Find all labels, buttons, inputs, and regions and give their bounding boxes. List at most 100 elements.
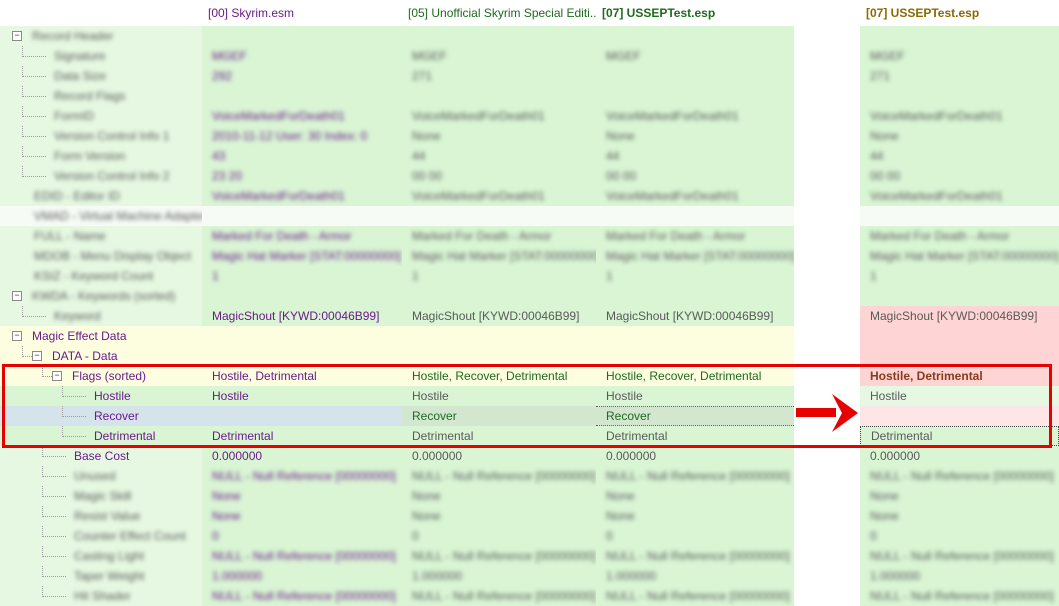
row-counter-effect-count[interactable]: Counter Effect Count 0 0 0 0 — [0, 526, 1059, 546]
value-cell[interactable]: Magic Hat Marker [STAT:00000000] — [860, 246, 1059, 266]
value-cell[interactable]: 292 — [202, 66, 402, 86]
value-cell[interactable]: Detrimental — [860, 426, 1059, 446]
value-cell[interactable]: 44 — [860, 146, 1059, 166]
row-resist-value[interactable]: Resist Value None None None None — [0, 506, 1059, 526]
value-cell[interactable]: 43 — [202, 146, 402, 166]
row-data-size[interactable]: Data Size 292 271 271 — [0, 66, 1059, 86]
value-cell[interactable]: 00 00 — [402, 166, 596, 186]
collapse-toggle-icon[interactable]: − — [32, 351, 42, 361]
value-cell[interactable]: Marked For Death - Armor — [202, 226, 402, 246]
value-cell[interactable]: MagicShout [KYWD:00046B99] — [202, 306, 402, 326]
value-cell[interactable]: NULL - Null Reference [00000000] — [860, 546, 1059, 566]
value-cell[interactable]: NULL - Null Reference [00000000] — [860, 586, 1059, 606]
value-cell[interactable]: VoiceMarkedForDeath01 — [596, 106, 794, 126]
value-cell[interactable]: NULL - Null Reference [00000000] — [596, 466, 794, 486]
value-cell[interactable]: Hostile, Recover, Detrimental — [596, 366, 794, 386]
row-mdob[interactable]: MDOB - Menu Display Object Magic Hat Mark… — [0, 246, 1059, 266]
row-hit-shader[interactable]: Hit Shader NULL - Null Reference [0000000… — [0, 586, 1059, 606]
value-cell[interactable]: NULL - Null Reference [00000000] — [202, 546, 402, 566]
value-cell[interactable]: MGEF — [860, 46, 1059, 66]
row-edid[interactable]: EDID - Editor ID VoiceMarkedForDeath01 Voi… — [0, 186, 1059, 206]
value-cell[interactable] — [402, 26, 596, 46]
row-form-version[interactable]: Form Version 43 44 44 44 — [0, 146, 1059, 166]
value-cell[interactable]: NULL - Null Reference [00000000] — [596, 586, 794, 606]
row-record-flags[interactable]: Record Flags — [0, 86, 1059, 106]
row-taper-weight[interactable]: Taper Weight 1.000000 1.000000 1.000000 1.00… — [0, 566, 1059, 586]
value-cell[interactable]: None — [202, 486, 402, 506]
row-magic-skill[interactable]: Magic Skill None None None None — [0, 486, 1059, 506]
value-cell[interactable]: None — [860, 486, 1059, 506]
value-cell[interactable]: 0 — [402, 526, 596, 546]
collapse-toggle-icon[interactable]: − — [12, 291, 22, 301]
value-cell[interactable]: Detrimental — [402, 426, 596, 446]
value-cell[interactable] — [596, 206, 794, 226]
value-cell[interactable] — [860, 26, 1059, 46]
value-cell[interactable] — [202, 406, 402, 426]
value-cell[interactable]: MagicShout [KYWD:00046B99] — [860, 306, 1059, 326]
value-cell[interactable] — [596, 26, 794, 46]
row-base-cost[interactable]: Base Cost 0.000000 0.000000 0.000000 0.00000… — [0, 446, 1059, 466]
row-vci2[interactable]: Version Control Info 2 23 20 00 00 00 00 00 … — [0, 166, 1059, 186]
value-cell[interactable]: Hostile — [202, 386, 402, 406]
value-cell[interactable]: VoiceMarkedForDeath01 — [860, 186, 1059, 206]
value-cell[interactable]: Magic Hat Marker [STAT:00000000] — [202, 246, 402, 266]
value-cell[interactable] — [402, 86, 596, 106]
value-cell[interactable]: None — [402, 126, 596, 146]
collapse-toggle-icon[interactable]: − — [12, 31, 22, 41]
row-vmad[interactable]: VMAD - Virtual Machine Adapter — [0, 206, 1059, 226]
row-hostile[interactable]: Hostile Hostile Hostile Hostile Hostile — [0, 386, 1059, 406]
row-full[interactable]: FULL - Name Marked For Death - Armor Marke… — [0, 226, 1059, 246]
value-cell[interactable]: None — [402, 506, 596, 526]
value-cell[interactable] — [402, 346, 596, 366]
value-cell[interactable]: 271 — [402, 66, 596, 86]
value-cell[interactable]: Hostile — [860, 386, 1059, 406]
value-cell[interactable]: 23 20 — [202, 166, 402, 186]
row-recover[interactable]: Recover Recover Recover — [0, 406, 1059, 426]
value-cell[interactable] — [202, 26, 402, 46]
value-cell[interactable]: 2010-11-12 User: 30 Index: 0 — [202, 126, 402, 146]
value-cell[interactable]: 0.000000 — [860, 446, 1059, 466]
row-keyword[interactable]: Keyword MagicShout [KYWD:00046B99] MagicSh… — [0, 306, 1059, 326]
value-cell[interactable]: Marked For Death - Armor — [402, 226, 596, 246]
value-cell[interactable]: MGEF — [596, 46, 794, 66]
value-cell[interactable]: 0.000000 — [596, 446, 794, 466]
row-vci1[interactable]: Version Control Info 1 2010-11-12 User: 3… — [0, 126, 1059, 146]
value-cell[interactable]: 1 — [596, 266, 794, 286]
value-cell[interactable] — [596, 326, 794, 346]
value-cell[interactable]: Magic Hat Marker [STAT:00000000] — [596, 246, 794, 266]
value-cell[interactable] — [860, 406, 1059, 426]
value-cell[interactable]: MGEF — [402, 46, 596, 66]
column-header-unofficial-patch[interactable]: [05] Unofficial Skyrim Special Editi... — [402, 0, 596, 26]
value-cell[interactable]: 1 — [202, 266, 402, 286]
value-cell[interactable]: 0.000000 — [202, 446, 402, 466]
row-kwda[interactable]: − KWDA - Keywords (sorted) — [0, 286, 1059, 306]
value-cell[interactable] — [596, 346, 794, 366]
value-cell[interactable]: NULL - Null Reference [00000000] — [402, 546, 596, 566]
value-cell[interactable]: 1.000000 — [202, 566, 402, 586]
value-cell[interactable]: NULL - Null Reference [00000000] — [202, 466, 402, 486]
column-header-skyrim-esm[interactable]: [00] Skyrim.esm — [202, 0, 402, 26]
value-cell[interactable]: None — [860, 506, 1059, 526]
value-cell[interactable]: 0.000000 — [402, 446, 596, 466]
value-cell[interactable] — [860, 86, 1059, 106]
value-cell[interactable]: VoiceMarkedForDeath01 — [402, 106, 596, 126]
value-cell[interactable]: Recover — [402, 406, 596, 426]
value-cell[interactable]: Marked For Death - Armor — [596, 226, 794, 246]
value-cell[interactable]: 00 00 — [860, 166, 1059, 186]
value-cell[interactable]: 0 — [860, 526, 1059, 546]
value-cell[interactable]: None — [596, 486, 794, 506]
value-cell[interactable] — [202, 346, 402, 366]
value-cell[interactable]: NULL - Null Reference [00000000] — [202, 586, 402, 606]
value-cell[interactable]: None — [596, 126, 794, 146]
value-cell[interactable]: MagicShout [KYWD:00046B99] — [596, 306, 794, 326]
value-cell[interactable]: Hostile — [596, 386, 794, 406]
value-cell[interactable] — [596, 286, 794, 306]
value-cell[interactable]: 1.000000 — [860, 566, 1059, 586]
row-data-data[interactable]: − DATA - Data — [0, 346, 1059, 366]
value-cell[interactable] — [402, 326, 596, 346]
value-cell[interactable] — [860, 326, 1059, 346]
row-magic-effect-data[interactable]: − Magic Effect Data — [0, 326, 1059, 346]
value-cell[interactable]: 0 — [202, 526, 402, 546]
value-cell[interactable]: Detrimental — [596, 426, 794, 446]
value-cell[interactable] — [860, 286, 1059, 306]
